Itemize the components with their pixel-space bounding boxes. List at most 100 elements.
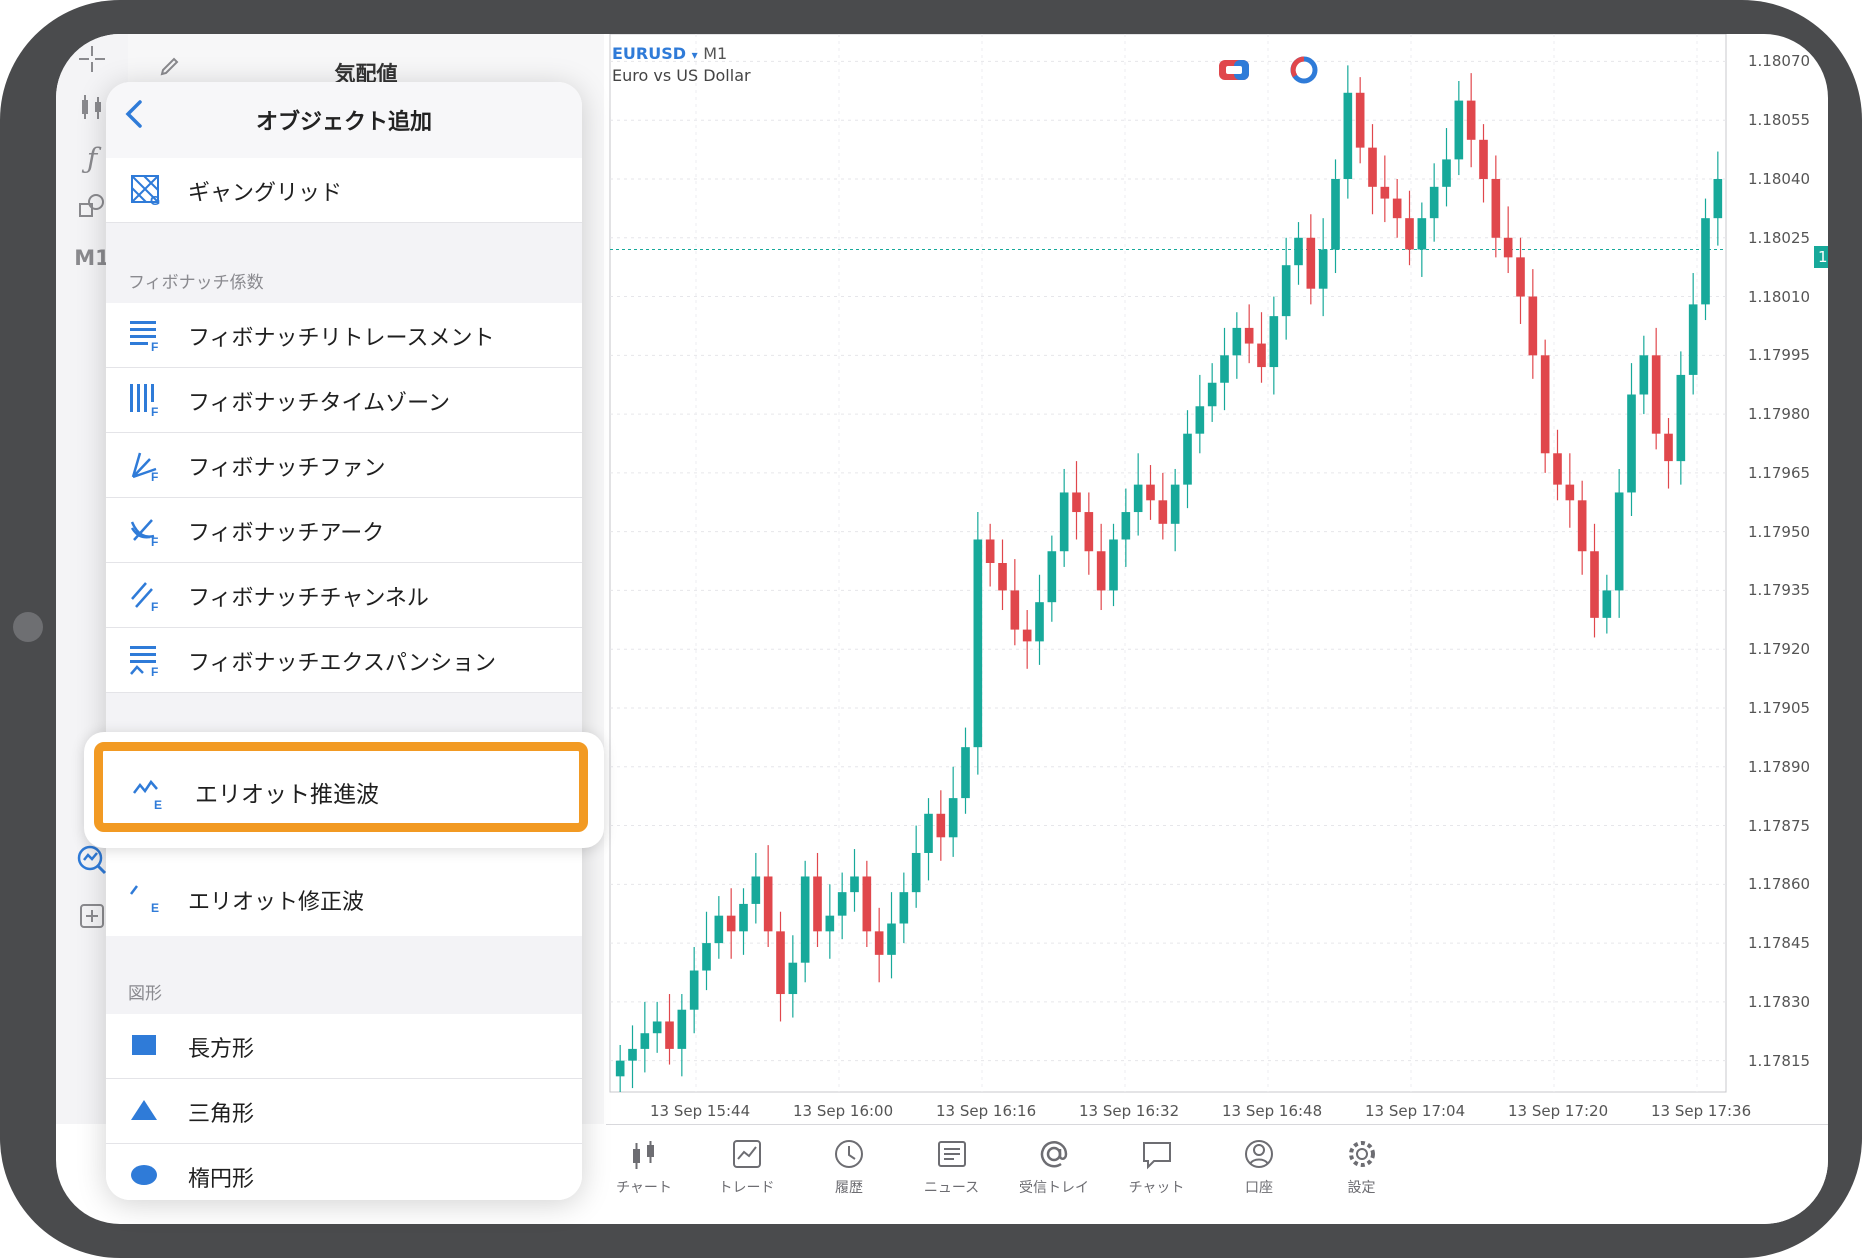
candle	[1170, 468, 1180, 552]
section-fibonacci: フィボナッチ係数	[106, 223, 582, 303]
signal-icon[interactable]	[1288, 54, 1320, 90]
tab-settings[interactable]: 設定	[1312, 1125, 1412, 1224]
list-item-label: エリオット修正波	[188, 890, 365, 915]
list-item-elliott-correction[interactable]: E エリオット修正波	[106, 840, 582, 937]
y-tick-label: 1.17965	[1748, 463, 1811, 482]
candle	[998, 539, 1007, 611]
candle	[1491, 155, 1501, 258]
candle	[1651, 327, 1661, 450]
tab-label: 口座	[1245, 1180, 1273, 1196]
price-chart[interactable]: EURUSD ▾ M1 Euro vs US Dollar 1.18070 1.1…	[606, 34, 1828, 1124]
candle	[899, 872, 909, 944]
candle	[1133, 453, 1143, 536]
tab-chat[interactable]: チャット	[1107, 1125, 1207, 1224]
candle	[1466, 73, 1476, 168]
x-tick-label: 13 Sep 15:44	[650, 1102, 751, 1120]
candle	[652, 1001, 662, 1053]
tab-mailbox[interactable]: 受信トレイ	[1004, 1125, 1104, 1224]
list-item-fibo-fan[interactable]: F フィボナッチファン	[106, 433, 582, 498]
candle	[1355, 77, 1365, 164]
current-price-tag: 1.18022	[1814, 246, 1828, 268]
candle	[1528, 269, 1538, 379]
news-tab-icon	[937, 1141, 966, 1167]
trade-tab-icon	[732, 1140, 761, 1168]
x-tick-label: 13 Sep 17:20	[1508, 1102, 1609, 1120]
edit-icon[interactable]	[158, 54, 182, 82]
svg-text:G: G	[150, 193, 160, 206]
list-item-label: 三角形	[188, 1102, 255, 1127]
dialog-header: オブジェクト追加	[106, 82, 582, 159]
gann-grid-icon: G	[130, 174, 160, 208]
elliott-correction-icon: E	[130, 880, 160, 915]
candle	[1688, 273, 1698, 395]
candle	[751, 852, 761, 924]
candle	[1183, 410, 1192, 509]
candle	[1195, 374, 1205, 454]
section-title: フィボナッチ係数	[128, 273, 264, 293]
chart-canvas[interactable]	[606, 34, 1828, 1124]
dialog-title: オブジェクト追加	[255, 110, 432, 135]
candle	[1035, 574, 1044, 665]
candle	[1380, 155, 1390, 223]
ellipse-icon	[130, 1160, 160, 1190]
x-tick-label: 13 Sep 16:32	[1079, 1102, 1180, 1120]
candle	[985, 523, 995, 587]
candle	[1676, 351, 1686, 485]
fibo-expansion-icon: F	[130, 644, 160, 679]
chart-symbol[interactable]: EURUSD ▾ M1	[612, 44, 727, 63]
y-tick-label: 1.17875	[1748, 816, 1811, 835]
list-item-fibo-timezone[interactable]: F フィボナッチタイムゾーン	[106, 368, 582, 433]
svg-text:F: F	[151, 470, 158, 481]
list-item-fibo-channel[interactable]: F フィボナッチチャンネル	[106, 563, 582, 628]
tab-account[interactable]: 口座	[1209, 1125, 1309, 1224]
list-item-label: フィボナッチアーク	[188, 521, 385, 546]
tab-label: トレード	[718, 1180, 775, 1196]
candle	[1232, 312, 1242, 379]
list-item-fibo-expansion[interactable]: F フィボナッチエクスパンション	[106, 628, 582, 693]
candle	[677, 994, 687, 1077]
crosshair-icon[interactable]	[56, 44, 128, 81]
candle	[1368, 124, 1377, 215]
tab-history[interactable]: 履歴	[799, 1125, 899, 1224]
list-item-label: 長方形	[188, 1037, 255, 1062]
tab-label: 履歴	[835, 1180, 863, 1196]
candle	[1429, 163, 1439, 242]
candle	[739, 888, 748, 955]
candle	[813, 852, 822, 948]
candle	[1281, 237, 1291, 340]
candle	[1701, 198, 1710, 321]
list-item-label: エリオット推進波	[195, 782, 379, 808]
candle	[1318, 218, 1328, 317]
y-tick-label: 1.18025	[1748, 228, 1811, 247]
candle	[1047, 535, 1057, 622]
candle	[825, 884, 835, 959]
rectangle-icon	[130, 1030, 160, 1060]
one-click-trading-icon[interactable]	[1218, 56, 1250, 88]
candle	[665, 994, 674, 1065]
list-item-label: フィボナッチタイムゾーン	[188, 391, 451, 416]
list-item-gann-grid[interactable]: G ギャングリッド	[106, 158, 582, 223]
tab-chart[interactable]: チャート	[594, 1125, 694, 1224]
section-title: 図形	[128, 984, 162, 1004]
list-item-elliott-impulse[interactable]: E エリオット推進波	[94, 742, 588, 832]
list-item-fibo-arc[interactable]: F フィボナッチアーク	[106, 498, 582, 563]
candle	[1540, 339, 1550, 473]
tab-news[interactable]: ニュース	[902, 1125, 1002, 1224]
y-tick-label: 1.17980	[1748, 405, 1811, 424]
candle	[862, 860, 872, 948]
list-item-rectangle[interactable]: 長方形	[106, 1014, 582, 1079]
candle	[1614, 468, 1624, 618]
y-tick-label: 1.17890	[1748, 757, 1811, 776]
list-item-fibo-retracement[interactable]: F フィボナッチリトレースメント	[106, 303, 582, 368]
candle	[1109, 523, 1118, 607]
tab-trade[interactable]: トレード	[697, 1125, 797, 1224]
list-item-ellipse[interactable]: 楕円形	[106, 1144, 582, 1200]
candle	[1405, 190, 1414, 266]
fibo-fan-icon: F	[130, 449, 160, 484]
y-tick-label: 1.17935	[1748, 581, 1811, 600]
candle	[1664, 418, 1673, 489]
list-item-triangle[interactable]: 三角形	[106, 1079, 582, 1144]
bottom-tab-bar: チャート トレード 履歴 ニュース 受信トレイ チャット 口座 設定	[606, 1124, 1828, 1224]
candle	[1417, 202, 1427, 277]
candle	[788, 935, 798, 1018]
